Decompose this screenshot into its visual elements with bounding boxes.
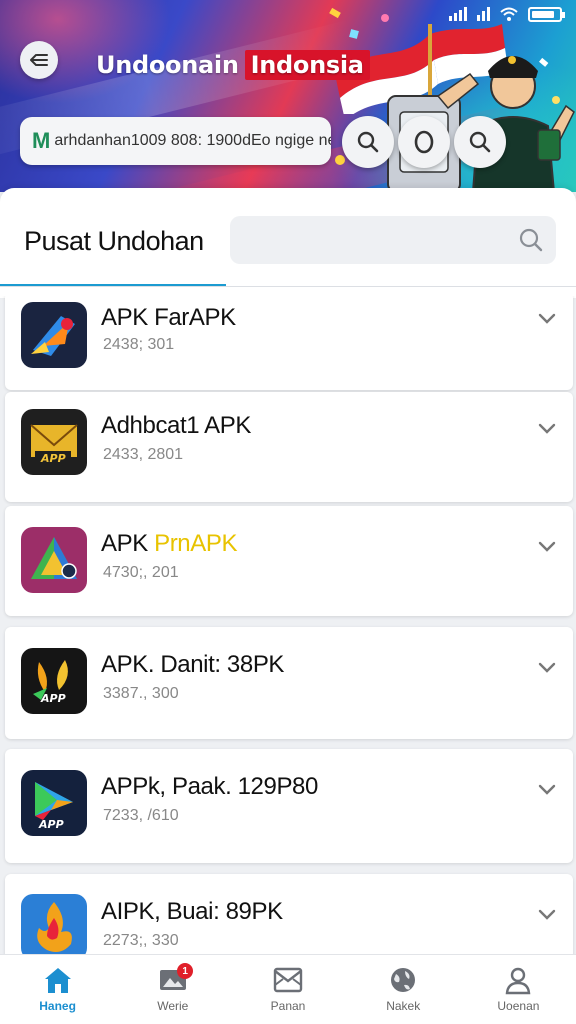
nav-item-gallery[interactable]: 1 Werie	[115, 955, 230, 1024]
svg-text:APP: APP	[38, 818, 64, 831]
status-bar	[449, 4, 565, 24]
nav-label: Werie	[157, 999, 189, 1013]
app-name: APK. Danit: 38PK	[101, 651, 285, 678]
paper-plane-app-icon	[31, 316, 75, 356]
nav-label: Nakek	[386, 999, 421, 1013]
tab-divider	[0, 286, 576, 287]
app-name: APK PrnAPK	[101, 530, 238, 557]
envelope-app-icon: APP	[30, 424, 78, 465]
chevron-down-icon[interactable]	[535, 534, 559, 558]
svg-text:APP: APP	[40, 692, 66, 705]
app-meta: 2273;, 330	[103, 932, 179, 949]
user-icon	[506, 967, 531, 995]
search-icon	[357, 131, 379, 153]
app-icon: APP	[21, 409, 87, 475]
inbox-icon	[273, 967, 303, 993]
list-item[interactable]: APP Adhbcat1 APK 2433, 2801	[5, 392, 573, 502]
app-screen: Undoonain Indonsia M arhdanhan1009 808: …	[0, 0, 576, 1024]
nav-label: Panan	[270, 999, 306, 1013]
list-item[interactable]: AIPK, Buai: 89PK 2273;, 330	[5, 874, 573, 954]
app-icon: APP	[21, 770, 87, 836]
header-banner: Undoonain Indonsia M arhdanhan1009 808: …	[0, 0, 576, 192]
signal-icon	[449, 7, 467, 21]
chevron-down-icon[interactable]	[535, 416, 559, 440]
notification-badge: 1	[177, 963, 194, 979]
nav-item-home[interactable]: Haneg	[0, 955, 115, 1024]
app-title: Undoonain Indonsia	[96, 48, 370, 82]
app-icon	[21, 894, 87, 954]
nav-label: Haneg	[39, 999, 76, 1013]
app-name: AIPK, Buai: 89PK	[101, 898, 283, 925]
app-meta: 3387., 300	[103, 685, 179, 702]
app-meta: 7233, /610	[103, 807, 179, 824]
app-title-highlight: Indonsia	[244, 50, 370, 80]
nav-item-explore[interactable]: Nakek	[346, 955, 461, 1024]
app-name: APK FarAPK	[101, 304, 236, 331]
app-meta: 4730;, 201	[103, 564, 179, 581]
back-arrow-icon	[30, 54, 48, 66]
lens-button[interactable]	[398, 116, 450, 168]
search-lead-letter: M	[32, 128, 51, 153]
chevron-down-icon[interactable]	[535, 655, 559, 679]
chevron-down-icon[interactable]	[535, 306, 559, 330]
search-icon	[519, 228, 543, 252]
leaf-app-icon: APP	[33, 660, 68, 705]
app-meta: 2438; 301	[103, 336, 175, 353]
flame-app-icon	[37, 902, 72, 952]
app-meta: 2433, 2801	[103, 446, 184, 463]
app-list: APK FarAPK 2438; 301 APP Adhbcat1 APK 24…	[0, 296, 576, 954]
header-search-input[interactable]: M arhdanhan1009 808: 1900dEo ngige nes 8…	[20, 117, 331, 165]
lens-icon	[414, 130, 434, 154]
page-title: Pusat Undohan	[24, 226, 204, 256]
chevron-down-icon[interactable]	[535, 902, 559, 926]
list-item[interactable]: APP APK. Danit: 38PK 3387., 300	[5, 627, 573, 739]
app-icon: APP	[21, 648, 87, 714]
triangle-app-icon	[31, 537, 77, 579]
search-text: arhdanhan1009 808: 1900dEo ngige nes 819…	[54, 132, 331, 149]
svg-text:APP: APP	[40, 452, 66, 465]
search-icon	[469, 131, 491, 153]
list-item[interactable]: APK PrnAPK 4730;, 201	[5, 506, 573, 616]
home-icon	[44, 968, 71, 993]
list-item[interactable]: APP APPk, Paak. 129P80 7233, /610	[5, 749, 573, 863]
nav-item-inbox[interactable]: Panan	[230, 955, 345, 1024]
app-name: Adhbcat1 APK	[101, 412, 251, 439]
play-app-icon: APP	[35, 782, 73, 831]
bottom-navigation: Haneg 1 Werie Panan Nakek Uoenan	[0, 954, 576, 1024]
app-icon	[21, 527, 87, 593]
list-search-input[interactable]	[230, 216, 556, 264]
globe-icon	[391, 968, 416, 992]
list-item[interactable]: APK FarAPK 2438; 301	[5, 296, 573, 390]
app-icon	[21, 302, 87, 368]
search-button[interactable]	[342, 116, 394, 168]
search-button-alt[interactable]	[454, 116, 506, 168]
battery-icon	[528, 6, 565, 22]
app-name: APPk, Paak. 129P80	[101, 773, 318, 800]
wifi-icon	[500, 7, 518, 21]
chevron-down-icon[interactable]	[535, 777, 559, 801]
nav-item-profile[interactable]: Uoenan	[461, 955, 576, 1024]
nav-label: Uoenan	[497, 999, 540, 1013]
signal-icon	[477, 7, 490, 21]
app-title-text: Undoonain	[96, 51, 239, 79]
back-button[interactable]	[20, 41, 58, 79]
